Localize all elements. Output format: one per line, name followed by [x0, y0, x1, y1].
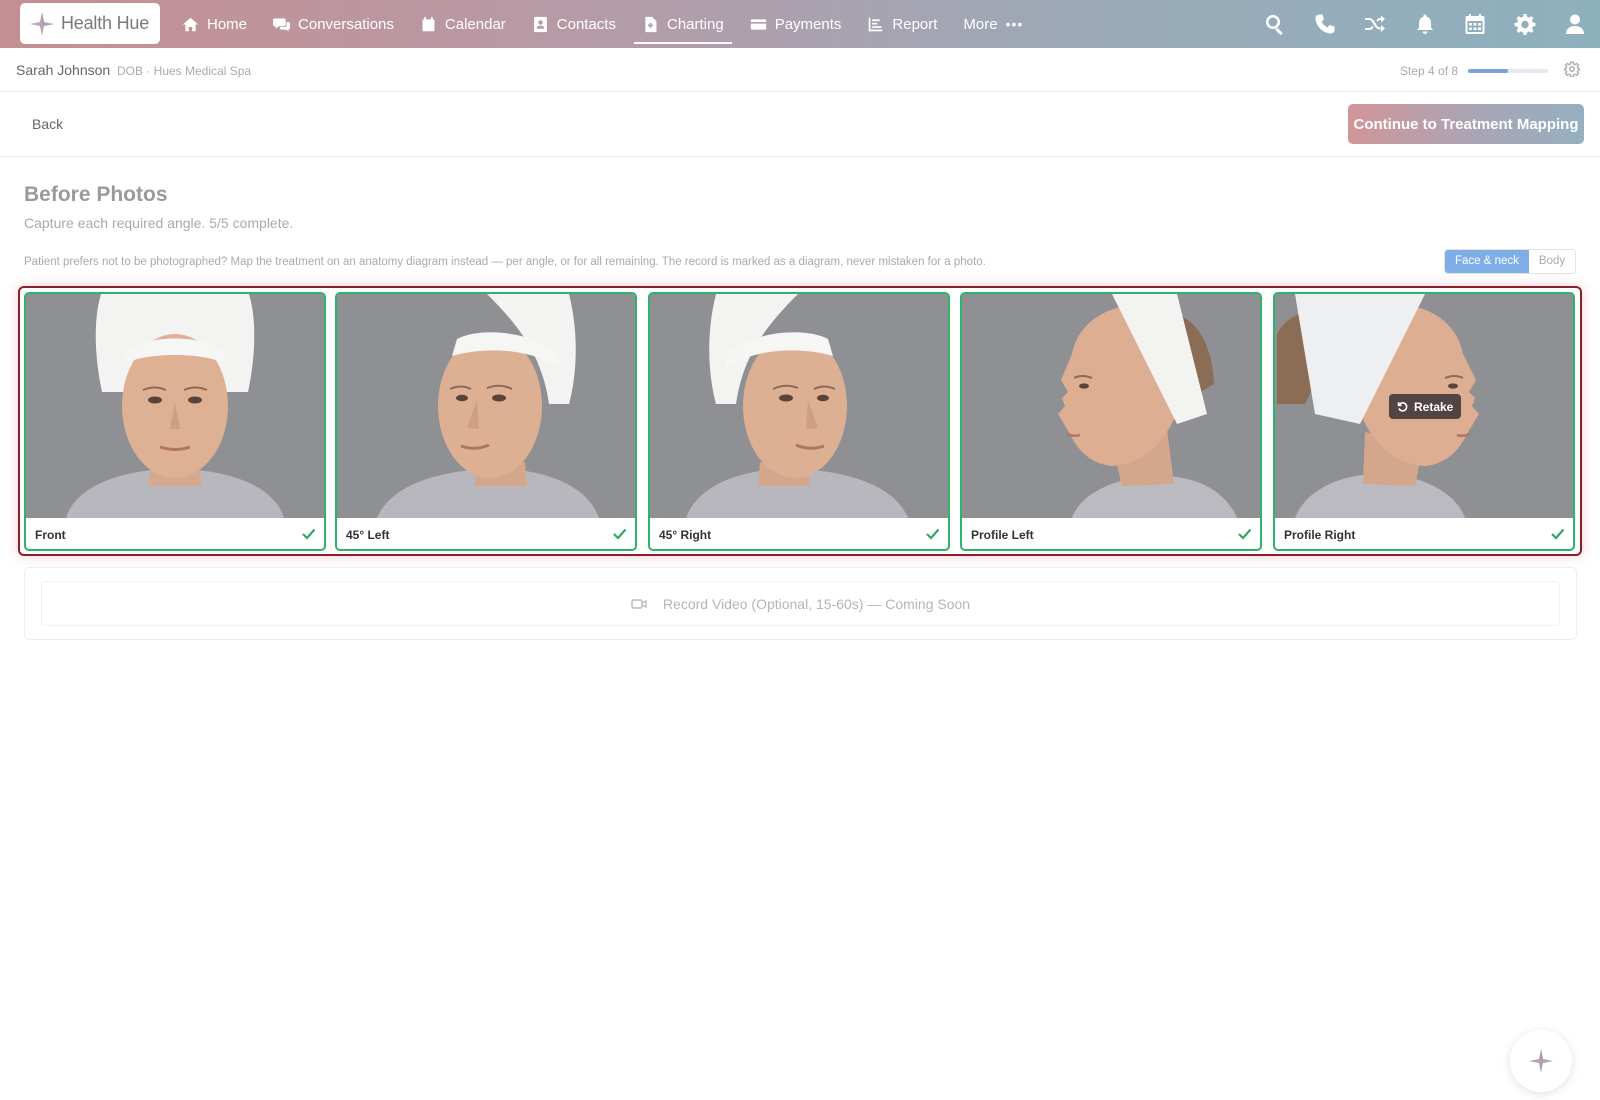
photo-label: Profile Left — [971, 528, 1034, 542]
app-name: Health Hue — [61, 13, 150, 33]
face-photo-front — [26, 294, 324, 518]
patient-meta: DOB · Hues Medical Spa — [117, 64, 252, 78]
nav-item-contacts[interactable]: Contacts — [524, 0, 624, 48]
back-button[interactable]: Back — [32, 116, 63, 132]
chart-icon — [869, 17, 883, 31]
face-photo-45-right — [650, 294, 948, 518]
face-photo-profile-left — [962, 294, 1260, 518]
photo-angle-strip: Front 45° Left 45° Right Profile Left Re… — [18, 286, 1582, 556]
page-subtitle: Capture each required angle. 5/5 complet… — [24, 215, 294, 231]
photo-45-right — [650, 294, 948, 518]
photo-label: 45° Right — [659, 528, 712, 542]
nav-item-conversations[interactable]: Conversations — [265, 0, 402, 48]
photo-card-45-right[interactable]: 45° Right — [648, 292, 950, 551]
continue-to-treatment-mapping-button[interactable]: Continue to Treatment Mapping — [1348, 104, 1584, 144]
region-toggle: Face & neck Body — [1444, 249, 1577, 274]
nav-item-payments[interactable]: Payments — [742, 0, 850, 48]
shuffle-icon — [1365, 15, 1385, 32]
record-video-label: Record Video (Optional, 15-60s) — Coming… — [662, 595, 971, 612]
document-plus-icon — [645, 16, 657, 32]
nav-item-calendar[interactable]: Calendar — [412, 0, 514, 48]
nav-item-label: Calendar — [444, 15, 506, 33]
chat-icon — [273, 18, 291, 31]
contact-card-icon — [533, 16, 547, 32]
action-bar: Back Continue to Treatment Mapping — [0, 92, 1600, 157]
step-indicator: Step 4 of 8 — [1400, 64, 1459, 78]
user-icon — [1566, 14, 1584, 34]
diagram-alternative-notice: Patient prefers not to be photographed? … — [24, 256, 986, 268]
photo-45-left — [337, 294, 635, 518]
nav-item-label: More — [963, 15, 998, 33]
phone-icon — [1315, 14, 1335, 34]
sparkle-icon — [1529, 1049, 1553, 1073]
calendar-icon — [422, 16, 435, 31]
search-button[interactable] — [1264, 13, 1286, 35]
checkmark-icon — [301, 526, 316, 541]
assistant-button[interactable] — [1510, 1030, 1572, 1092]
profile-button[interactable] — [1564, 13, 1586, 35]
checkmark-icon — [925, 526, 940, 541]
home-icon — [182, 17, 199, 31]
gear-icon — [1563, 61, 1581, 78]
nav-item-label: Contacts — [556, 15, 616, 33]
search-icon — [1266, 15, 1283, 35]
page-title: Before Photos — [24, 183, 168, 206]
face-photo-45-left — [337, 294, 635, 518]
phone-button[interactable] — [1314, 13, 1336, 35]
retake-button[interactable]: Retake — [1389, 394, 1462, 419]
main-nav: Home Conversations Calendar Contacts Cha… — [174, 0, 1041, 48]
app-logo[interactable]: Health Hue — [20, 3, 160, 44]
health-hue-logo-icon — [30, 11, 54, 36]
photo-profile-left — [962, 294, 1260, 518]
calendar-icon — [1465, 14, 1485, 34]
photo-card-front[interactable]: Front — [24, 292, 326, 551]
nav-item-charting[interactable]: Charting — [633, 0, 732, 48]
nav-item-home[interactable]: Home — [174, 0, 255, 48]
notifications-button[interactable] — [1414, 13, 1436, 35]
nav-item-more[interactable]: More ••• — [955, 0, 1031, 48]
record-video-button: Record Video (Optional, 15-60s) — Coming… — [41, 581, 1560, 626]
calendar-button[interactable] — [1464, 13, 1486, 35]
photo-card-profile-left[interactable]: Profile Left — [960, 292, 1262, 551]
credit-card-icon — [750, 18, 766, 30]
shuffle-button[interactable] — [1364, 13, 1386, 35]
patient-header: Sarah Johnson DOB · Hues Medical Spa Ste… — [0, 48, 1600, 92]
toggle-face-neck[interactable]: Face & neck — [1445, 250, 1529, 273]
gear-icon — [1514, 14, 1536, 35]
photo-label: 45° Left — [346, 528, 390, 542]
photo-front — [26, 294, 324, 518]
nav-item-label: Payments — [774, 15, 842, 33]
photo-card-45-left[interactable]: 45° Left — [335, 292, 637, 551]
patient-name: Sarah Johnson — [16, 62, 111, 78]
photo-label: Front — [35, 528, 66, 542]
ellipsis-icon: ••• — [1005, 16, 1024, 32]
checkmark-icon — [1550, 526, 1565, 541]
bell-icon — [1417, 14, 1433, 34]
retake-label: Retake — [1414, 399, 1454, 414]
checkmark-icon — [1237, 526, 1252, 541]
nav-item-report[interactable]: Report — [859, 0, 945, 48]
video-camera-icon — [631, 598, 647, 609]
nav-item-label: Charting — [666, 15, 724, 33]
nav-item-label: Home — [207, 15, 248, 33]
photo-label: Profile Right — [1284, 528, 1356, 542]
refresh-icon — [1397, 401, 1408, 412]
step-settings-button[interactable] — [1563, 61, 1581, 78]
checkmark-icon — [612, 526, 627, 541]
step-progress-bar — [1468, 69, 1548, 73]
nav-item-label: Report — [892, 15, 938, 33]
photo-card-profile-right[interactable]: Retake Profile Right — [1273, 292, 1575, 551]
toggle-body[interactable]: Body — [1528, 250, 1576, 273]
nav-item-label: Conversations — [298, 15, 394, 33]
top-navigation-bar: Health Hue Home Conversations Calendar C… — [0, 0, 1600, 48]
nav-right-icons — [1236, 0, 1586, 48]
settings-button[interactable] — [1514, 13, 1536, 35]
step-progress-fill — [1468, 69, 1508, 73]
video-recording-panel: Record Video (Optional, 15-60s) — Coming… — [24, 567, 1577, 640]
